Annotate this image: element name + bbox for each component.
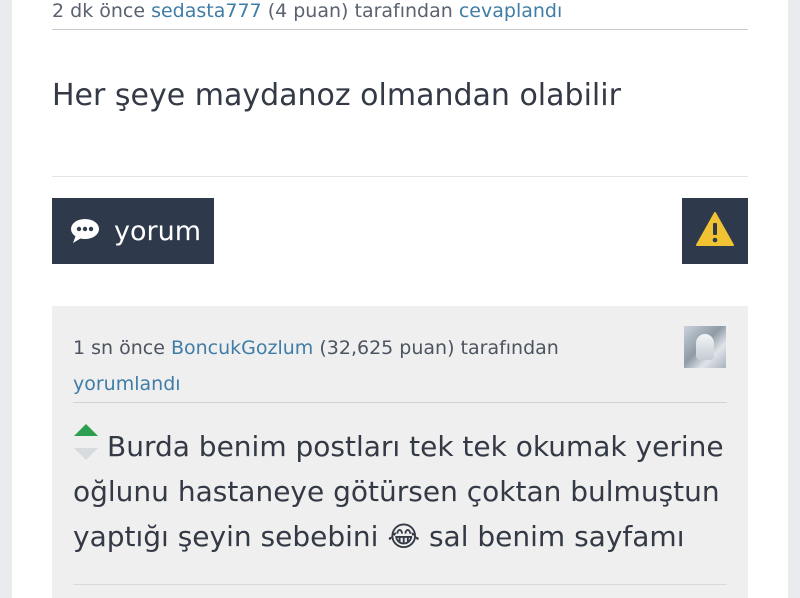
answer-action-link[interactable]: cevaplandı (459, 0, 562, 22)
comment-divider (73, 402, 727, 403)
page: 2 dk önce sedasta777 (4 puan) tarafından… (12, 0, 788, 598)
comment-bottom-divider (73, 584, 727, 585)
comment-time: 1 sn önce (73, 337, 165, 359)
flag-button[interactable] (682, 198, 748, 264)
divider (52, 176, 748, 177)
answer-author-link[interactable]: sedasta777 (151, 0, 262, 22)
comment-by: tarafından (460, 337, 559, 359)
comment-meta: 1 sn önce BoncukGozlum (32,625 puan) tar… (73, 330, 673, 402)
answer-time: 2 dk önce (52, 0, 146, 22)
answer-points: (4 puan) (267, 0, 349, 22)
comment-points: (32,625 puan) (319, 337, 455, 359)
comment-box: 1 sn önce BoncukGozlum (32,625 puan) tar… (52, 306, 748, 598)
comment-button[interactable]: yorum (52, 198, 214, 264)
avatar[interactable] (684, 326, 726, 368)
laughing-emoji: 😂 (387, 520, 421, 553)
comment-author-link[interactable]: BoncukGozlum (171, 337, 313, 359)
comment-action-link[interactable]: yorumlandı (73, 373, 181, 395)
comment-text: Burda benim postları tek tek okumak yeri… (73, 424, 733, 559)
comment-text-part2: sal benim sayfamı (428, 520, 685, 553)
warning-icon (695, 211, 735, 251)
comment-button-label: yorum (114, 215, 202, 247)
answer-meta: 2 dk önce sedasta777 (4 puan) tarafından… (52, 0, 748, 30)
speech-bubble-icon (70, 218, 100, 244)
answer-by: tarafından (354, 0, 453, 22)
answer-text: Her şeye maydanoz olmandan olabilir (52, 78, 621, 113)
